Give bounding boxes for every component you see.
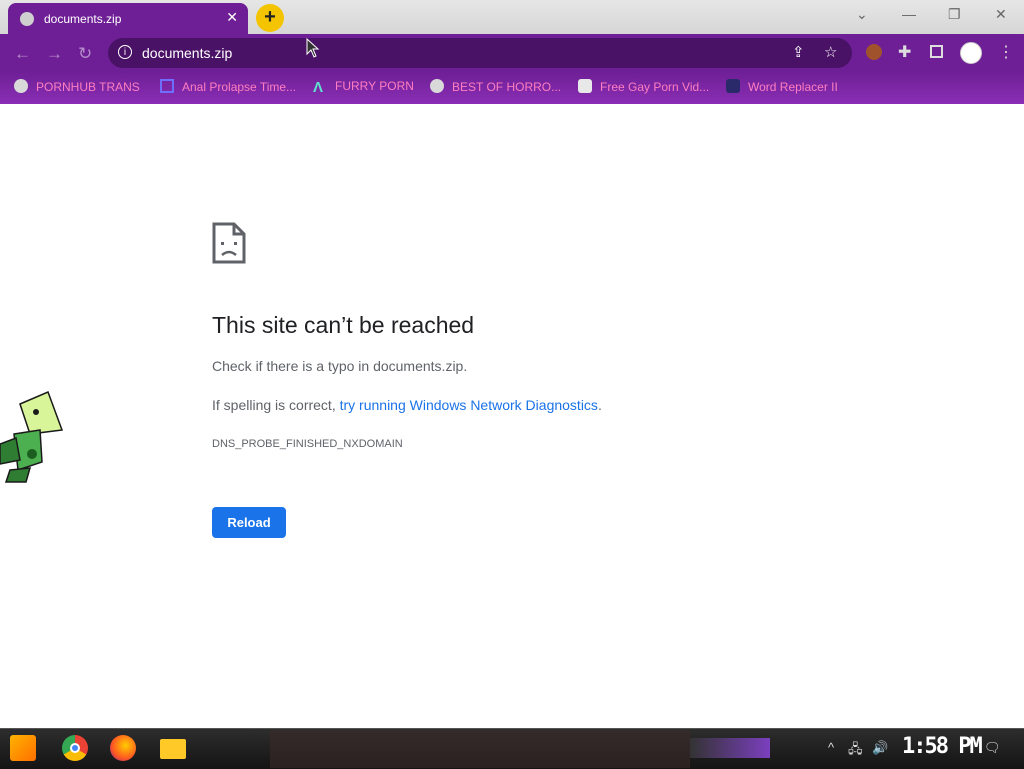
clock[interactable]: 1:58 PM — [902, 734, 983, 759]
globe-icon — [20, 12, 34, 26]
tab-title: documents.zip — [44, 12, 122, 26]
back-button[interactable]: ← — [14, 44, 31, 64]
bookmark-item[interactable]: PORNHUB TRANS — [14, 79, 140, 94]
sad-page-icon — [212, 222, 246, 264]
tab-documents[interactable]: documents.zip ✕ — [8, 3, 248, 34]
bookmark-item[interactable]: Anal Prolapse Time... — [160, 79, 296, 94]
reload-nav-button[interactable]: ↻ — [78, 44, 92, 64]
network-icon[interactable]: 🖧 — [848, 740, 863, 762]
tray-chevron-icon[interactable]: ^ — [828, 740, 834, 755]
address-bar[interactable]: i documents.zip ⇪ ☆ — [108, 38, 852, 68]
globe-icon — [14, 79, 28, 93]
cursor-icon — [306, 38, 320, 58]
close-window-icon[interactable]: ✕ — [995, 6, 1007, 23]
diagnostics-hint: If spelling is correct, try running Wind… — [212, 397, 602, 413]
share-icon[interactable]: ⇪ — [792, 43, 805, 61]
start-icon[interactable] — [10, 735, 36, 761]
firefox-icon[interactable] — [110, 735, 136, 761]
extension-avatar-icon[interactable] — [866, 44, 882, 60]
typo-hint: Check if there is a typo in documents.zi… — [212, 358, 468, 374]
character-sticker — [0, 390, 64, 483]
wr-icon — [726, 79, 740, 93]
bookmark-item[interactable]: Word Replacer II — [726, 79, 838, 94]
new-tab-button[interactable]: + — [256, 4, 284, 32]
lambda-icon: Λ — [313, 79, 324, 96]
folder-icon[interactable] — [160, 739, 186, 759]
tab-search-icon[interactable]: ⌄ — [856, 6, 868, 23]
taskbar-wallpaper — [270, 730, 690, 768]
star-icon[interactable]: ☆ — [824, 43, 837, 61]
error-heading: This site can’t be reached — [212, 312, 475, 338]
bookmark-item[interactable]: BEST OF HORRO... — [430, 79, 561, 94]
profile-icon[interactable] — [960, 42, 982, 64]
menu-icon[interactable]: ⋮ — [998, 42, 1014, 62]
forward-button[interactable]: → — [46, 44, 63, 64]
skull-icon — [578, 79, 592, 93]
error-code: DNS_PROBE_FINISHED_NXDOMAIN — [212, 438, 403, 450]
reload-button[interactable]: Reload — [212, 507, 286, 538]
sidepanel-icon[interactable] — [930, 45, 943, 58]
bookmark-item[interactable]: Λ FURRY PORN — [313, 79, 414, 95]
pink-arrow-icon — [160, 79, 174, 93]
globe-icon — [430, 79, 444, 93]
notification-icon[interactable]: 🗨 — [984, 740, 1001, 756]
bookmark-item[interactable]: Free Gay Porn Vid... — [578, 79, 709, 94]
taskbar-decor — [690, 738, 770, 758]
diagnostics-link[interactable]: try running Windows Network Diagnostics — [340, 397, 598, 413]
minimize-icon[interactable]: — — [902, 6, 916, 22]
chrome-icon[interactable] — [62, 735, 88, 761]
restore-icon[interactable]: ❐ — [948, 6, 961, 23]
info-icon[interactable]: i — [118, 45, 132, 59]
url-text[interactable]: documents.zip — [142, 45, 232, 61]
volume-icon[interactable]: 🔊 — [872, 740, 888, 756]
tab-close-icon[interactable]: ✕ — [226, 9, 238, 26]
puzzle-icon[interactable]: ✚ — [898, 42, 911, 62]
